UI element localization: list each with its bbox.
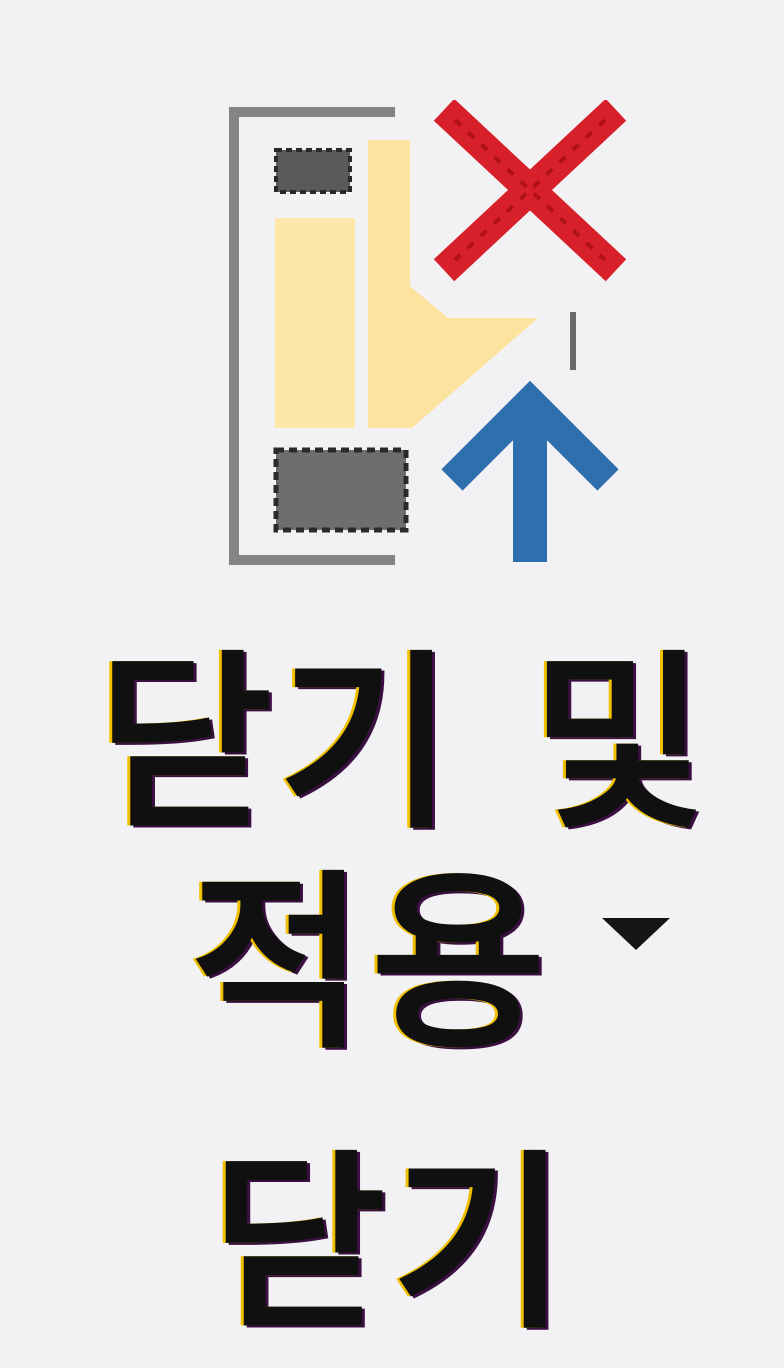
close-and-apply-label-line2: 적용 — [190, 854, 552, 1075]
dropdown-arrow-icon[interactable] — [602, 918, 670, 950]
close-and-apply-button[interactable]: 닫기 및 적용 — [70, 80, 740, 1060]
close-and-apply-icon — [220, 100, 630, 580]
group-label: 닫기 — [211, 1134, 573, 1355]
close-and-apply-label-line1: 닫기 및 — [97, 634, 713, 855]
ribbon-group-close: 닫기 및 적용 닫기 — [0, 0, 784, 1368]
